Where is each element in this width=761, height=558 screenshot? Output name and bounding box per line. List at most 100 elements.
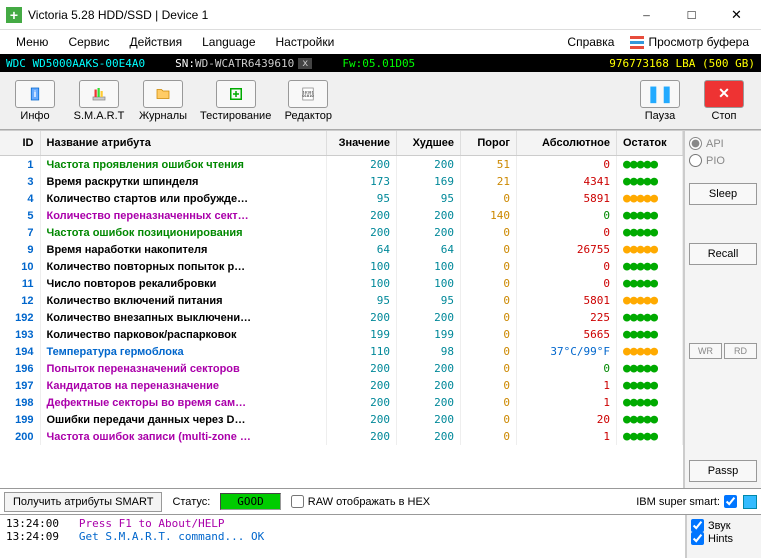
- table-row[interactable]: 11Число повторов рекалибровки10010000●●●…: [0, 275, 683, 292]
- table-row[interactable]: 10Количество повторных попыток р…1001000…: [0, 258, 683, 275]
- log-line: 13:24:09 Get S.M.A.R.T. command... OK: [6, 530, 679, 543]
- menu-item[interactable]: Сервис: [58, 32, 119, 52]
- cell-threshold: 0: [461, 292, 517, 309]
- cell-worst: 100: [397, 258, 461, 275]
- cell-value: 200: [327, 394, 397, 411]
- col-name[interactable]: Название атрибута: [40, 131, 327, 156]
- smart-tab[interactable]: S.M.A.R.T: [68, 78, 130, 124]
- minimize-button[interactable]: –: [624, 1, 669, 29]
- menu-item[interactable]: Справка: [557, 32, 624, 52]
- table-row[interactable]: 196Попыток переназначений секторов200200…: [0, 360, 683, 377]
- smart-table: ID Название атрибута Значение Худшее Пор…: [0, 131, 683, 156]
- ibm-smart-checkbox[interactable]: IBM super smart:: [636, 495, 737, 508]
- info-tab[interactable]: i Инфо: [4, 78, 66, 124]
- col-threshold[interactable]: Порог: [461, 131, 517, 156]
- table-row[interactable]: 7Частота ошибок позиционирования20020000…: [0, 224, 683, 241]
- close-button[interactable]: ✕: [714, 1, 759, 29]
- raw-hex-checkbox[interactable]: RAW отображать в HEX: [291, 495, 430, 508]
- cell-threshold: 0: [461, 275, 517, 292]
- fw-label: Fw:: [342, 57, 362, 70]
- cell-worst: 200: [397, 428, 461, 445]
- cell-absolute: 0: [517, 224, 617, 241]
- col-worst[interactable]: Худшее: [397, 131, 461, 156]
- editor-tab[interactable]: 1010101010 Редактор: [277, 78, 339, 124]
- table-row[interactable]: 9Время наработки накопителя6464026755●●●…: [0, 241, 683, 258]
- cell-id: 194: [0, 343, 40, 360]
- cell-id: 10: [0, 258, 40, 275]
- pio-radio[interactable]: PIO: [689, 154, 757, 167]
- cell-absolute: 1: [517, 394, 617, 411]
- serial-number: WD-WCATR6439610: [195, 57, 294, 70]
- stop-button[interactable]: ✕ Стоп: [693, 78, 755, 124]
- cell-id: 199: [0, 411, 40, 428]
- sound-checkbox[interactable]: Звук: [691, 519, 757, 532]
- col-absolute[interactable]: Абсолютное: [517, 131, 617, 156]
- cell-value: 64: [327, 241, 397, 258]
- table-row[interactable]: 3Время раскрутки шпинделя173169214341●●●…: [0, 173, 683, 190]
- table-row[interactable]: 194Температура гермоблока11098037°C/99°F…: [0, 343, 683, 360]
- table-row[interactable]: 199Ошибки передачи данных через D…200200…: [0, 411, 683, 428]
- menu-bar: Меню Сервис Действия Language Настройки …: [0, 30, 761, 54]
- lba-capacity: 976773168 LBA (500 GB): [609, 57, 755, 70]
- get-smart-button[interactable]: Получить атрибуты SMART: [4, 492, 162, 512]
- api-radio[interactable]: API: [689, 137, 757, 150]
- table-row[interactable]: 193Количество парковок/распарковок199199…: [0, 326, 683, 343]
- cell-threshold: 0: [461, 241, 517, 258]
- sn-label: SN:: [175, 57, 195, 70]
- rd-button[interactable]: RD: [724, 343, 757, 359]
- pause-button[interactable]: ❚❚ Пауза: [629, 78, 691, 124]
- maximize-button[interactable]: □: [669, 1, 714, 29]
- cell-remain: ●●●●●: [617, 173, 683, 190]
- menu-item[interactable]: Language: [192, 32, 265, 52]
- side-panel: API PIO Sleep Recall WR RD Passp: [685, 131, 761, 488]
- cell-name: Количество переназначенных сект…: [40, 207, 327, 224]
- svg-text:i: i: [34, 89, 37, 99]
- table-header-row: ID Название атрибута Значение Худшее Пор…: [0, 131, 683, 156]
- cell-threshold: 0: [461, 326, 517, 343]
- menu-item[interactable]: Меню: [6, 32, 58, 52]
- logs-tab[interactable]: Журналы: [132, 78, 194, 124]
- view-buffer-button[interactable]: Просмотр буфера: [624, 32, 755, 52]
- menu-item[interactable]: Действия: [120, 32, 193, 52]
- cell-name: Ошибки передачи данных через D…: [40, 411, 327, 428]
- info-icon: i: [15, 80, 55, 108]
- table-row[interactable]: 1Частота проявления ошибок чтения2002005…: [0, 156, 683, 173]
- cell-id: 11: [0, 275, 40, 292]
- cell-id: 196: [0, 360, 40, 377]
- table-row[interactable]: 192Количество внезапных выключени…200200…: [0, 309, 683, 326]
- recall-button[interactable]: Recall: [689, 243, 757, 265]
- app-icon: +: [6, 7, 22, 23]
- cell-worst: 200: [397, 207, 461, 224]
- cell-name: Число повторов рекалибровки: [40, 275, 327, 292]
- table-row[interactable]: 198Дефектные секторы во время сам…200200…: [0, 394, 683, 411]
- table-row[interactable]: 5Количество переназначенных сект…2002001…: [0, 207, 683, 224]
- view-buffer-label: Просмотр буфера: [648, 35, 749, 49]
- table-row[interactable]: 12Количество включений питания959505801●…: [0, 292, 683, 309]
- info-close-icon[interactable]: x: [298, 58, 312, 69]
- cell-id: 193: [0, 326, 40, 343]
- cell-remain: ●●●●●: [617, 394, 683, 411]
- cell-threshold: 0: [461, 309, 517, 326]
- table-row[interactable]: 200Частота ошибок записи (multi-zone …20…: [0, 428, 683, 445]
- cell-threshold: 0: [461, 190, 517, 207]
- cell-worst: 200: [397, 411, 461, 428]
- cell-id: 192: [0, 309, 40, 326]
- cell-absolute: 0: [517, 275, 617, 292]
- menu-item[interactable]: Настройки: [266, 32, 345, 52]
- cell-worst: 200: [397, 377, 461, 394]
- test-tab[interactable]: Тестирование: [196, 78, 275, 124]
- col-remain[interactable]: Остаток: [617, 131, 683, 156]
- tab-label: Редактор: [285, 110, 332, 122]
- sleep-button[interactable]: Sleep: [689, 183, 757, 205]
- table-row[interactable]: 197Кандидатов на переназначение20020001●…: [0, 377, 683, 394]
- hints-checkbox[interactable]: Hints: [691, 532, 757, 545]
- cell-threshold: 51: [461, 156, 517, 173]
- wr-button[interactable]: WR: [689, 343, 722, 359]
- passp-button[interactable]: Passp: [689, 460, 757, 482]
- col-id[interactable]: ID: [0, 131, 40, 156]
- col-value[interactable]: Значение: [327, 131, 397, 156]
- table-scroll[interactable]: 1Частота проявления ошибок чтения2002005…: [0, 156, 683, 488]
- table-row[interactable]: 4Количество стартов или пробужде…9595058…: [0, 190, 683, 207]
- smart-table-body: 1Частота проявления ошибок чтения2002005…: [0, 156, 683, 445]
- log-text[interactable]: 13:24:00 Press F1 to About/HELP 13:24:09…: [0, 515, 685, 558]
